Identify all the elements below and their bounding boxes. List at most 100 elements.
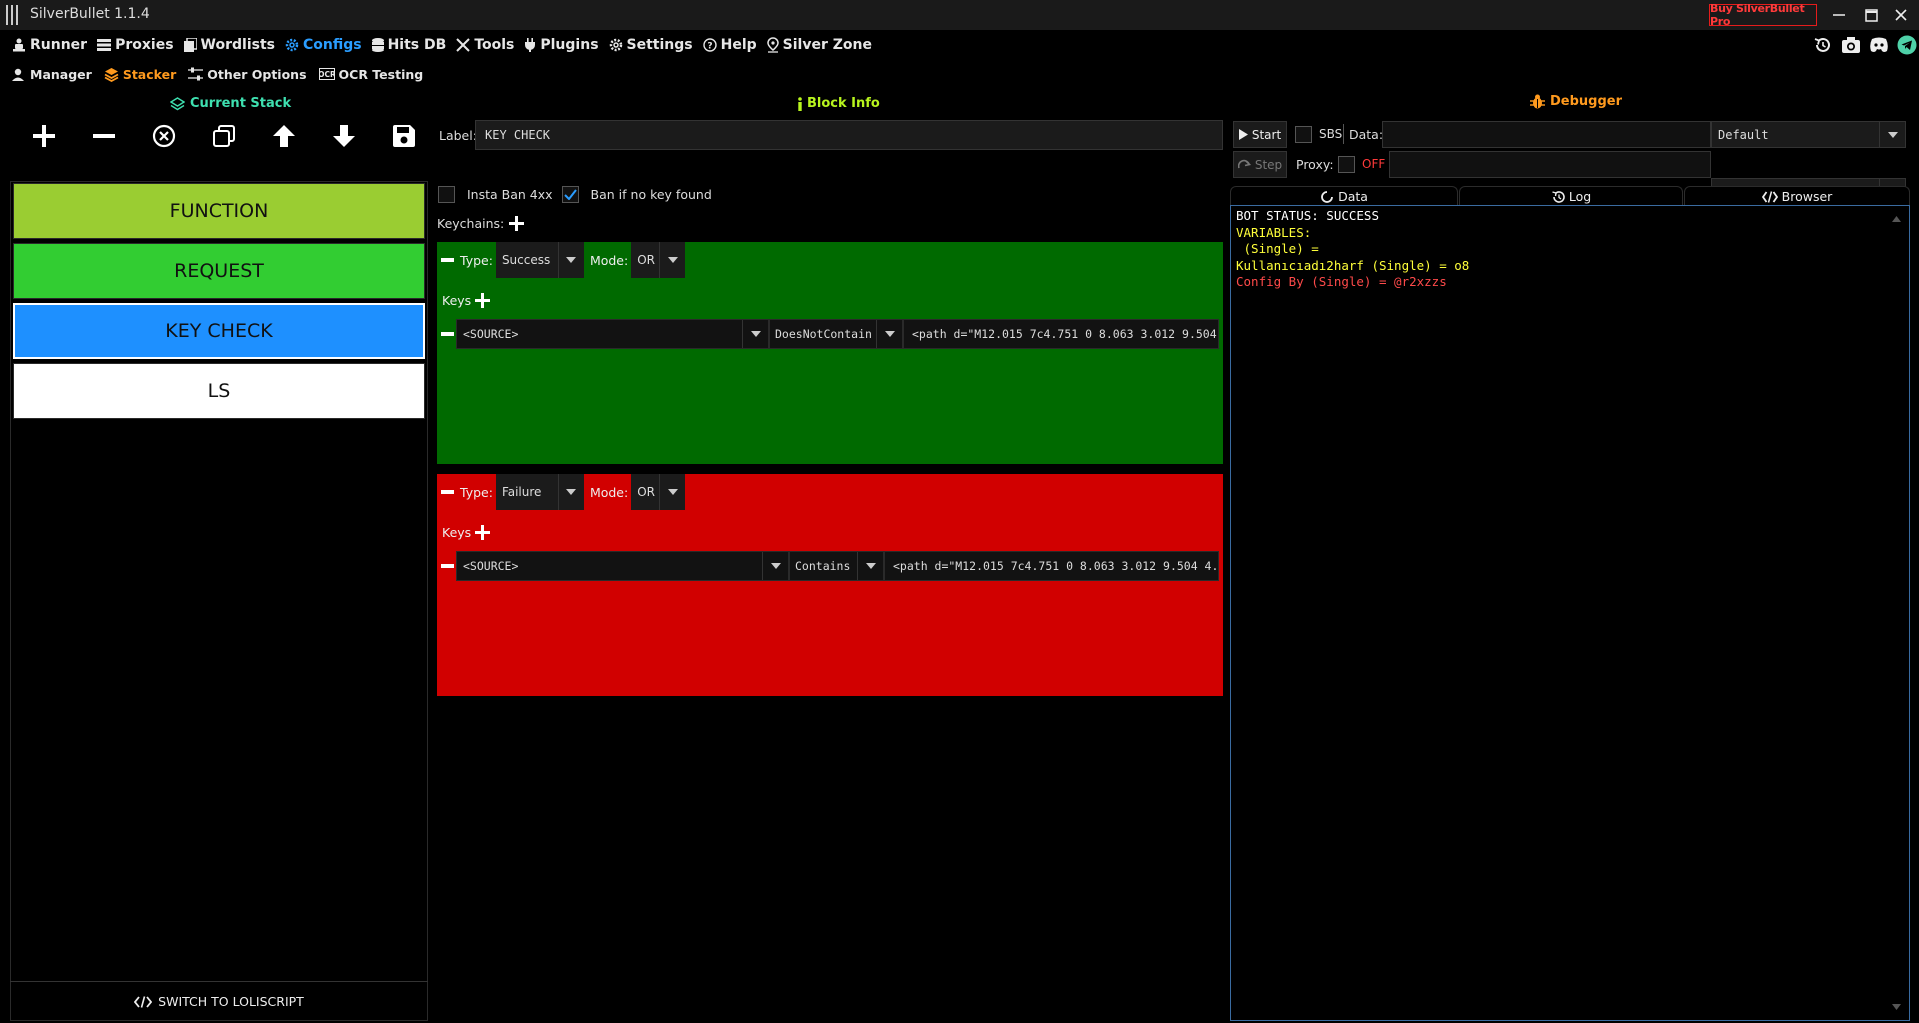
label-caption: Label: — [439, 128, 477, 143]
keychain-mode-select[interactable]: OR — [631, 474, 686, 510]
add-keychain-button[interactable] — [509, 216, 525, 231]
remove-key-button[interactable] — [441, 564, 454, 568]
save-button[interactable] — [384, 120, 424, 152]
switch-to-loliscript-button[interactable]: SWITCH TO LOLISCRIPT — [10, 981, 428, 1021]
test-proxy-input[interactable] — [1389, 151, 1711, 178]
location-icon — [766, 37, 779, 53]
keys-row: Keys — [442, 522, 491, 542]
subnav-ocr-testing[interactable]: OCR OCR Testing — [318, 67, 423, 82]
plus-icon — [475, 524, 491, 540]
step-button[interactable]: Step — [1233, 151, 1287, 178]
history-icon[interactable] — [1812, 34, 1834, 56]
redo-icon — [1237, 159, 1251, 169]
close-icon[interactable] — [1888, 3, 1914, 27]
remove-keychain-button[interactable] — [441, 490, 454, 494]
code-icon — [134, 995, 153, 1008]
move-up-button[interactable] — [264, 120, 304, 152]
block-ls[interactable]: LS — [13, 363, 425, 419]
nav-silver-zone[interactable]: Silver Zone — [766, 37, 872, 53]
move-down-button[interactable] — [324, 120, 364, 152]
key-source-select[interactable]: <SOURCE> — [456, 551, 789, 581]
key-source-select[interactable]: <SOURCE> — [456, 319, 769, 349]
block-key-check[interactable]: KEY CHECK — [13, 303, 425, 359]
clear-blocks-button[interactable] — [144, 120, 184, 152]
key-condition-select[interactable]: Contains — [789, 551, 884, 581]
nav-settings[interactable]: Settings — [609, 37, 693, 53]
top-right-icons — [1812, 34, 1918, 56]
output-line: Kullanıcıadı2harf (Single) = o8 — [1236, 257, 1470, 273]
nav-configs[interactable]: Configs — [285, 37, 362, 53]
block-function[interactable]: FUNCTION — [13, 183, 425, 239]
start-button[interactable]: Start — [1233, 121, 1287, 148]
remove-key-button[interactable] — [441, 332, 454, 336]
scroll-up-icon[interactable] — [1892, 210, 1901, 227]
wordlist-type-select[interactable]: Default — [1711, 121, 1906, 148]
nav-tools[interactable]: Tools — [456, 37, 514, 53]
label-input[interactable]: KEY CHECK — [475, 120, 1223, 150]
nav-plugins[interactable]: Plugins — [524, 37, 599, 53]
minimize-icon[interactable] — [1826, 3, 1852, 27]
chevron-down-icon — [1879, 122, 1905, 147]
telegram-icon[interactable] — [1896, 34, 1918, 56]
ban-if-no-key-checkbox[interactable] — [561, 186, 579, 203]
keychain-success: Type: Success Mode: OR Keys <SOURCE> Doe… — [437, 242, 1223, 464]
remove-block-button[interactable] — [84, 120, 124, 152]
chevron-down-icon — [857, 552, 883, 580]
key-condition-select[interactable]: DoesNotContain — [769, 319, 903, 349]
remove-keychain-button[interactable] — [441, 258, 454, 262]
tab-data[interactable]: Data — [1230, 186, 1458, 206]
test-data-input[interactable] — [1382, 121, 1711, 148]
help-icon: ? — [702, 38, 717, 52]
tab-browser[interactable]: Browser — [1684, 186, 1910, 206]
insta-ban-checkbox[interactable] — [438, 186, 455, 203]
camera-icon[interactable] — [1840, 34, 1862, 56]
plus-icon — [509, 216, 525, 231]
keychain-type-select[interactable]: Failure — [495, 474, 584, 510]
sbs-label: SBS — [1319, 127, 1343, 141]
maximize-icon[interactable] — [1858, 3, 1884, 27]
keychain-failure: Type: Failure Mode: OR Keys <SOURCE> Con… — [437, 474, 1223, 696]
clone-block-button[interactable] — [204, 120, 244, 152]
keychain-mode-select[interactable]: OR — [631, 242, 686, 278]
chevron-down-icon — [659, 474, 685, 510]
data-caption: Data: — [1349, 127, 1384, 142]
debugger-output[interactable]: BOT STATUS: SUCCESS VARIABLES: (Single) … — [1230, 205, 1910, 1021]
key-value-input[interactable]: <path d="M12.015 7c4.751 0 8.063 3.012 9… — [903, 319, 1219, 349]
debugger-header: Debugger — [1530, 94, 1622, 109]
subnav-manager[interactable]: Manager — [12, 67, 92, 82]
nav-help[interactable]: ? Help — [702, 37, 757, 53]
sbs-checkbox[interactable] — [1295, 126, 1312, 143]
add-block-button[interactable] — [24, 120, 64, 152]
chevron-down-icon — [557, 242, 584, 278]
keychain-header: Type: Failure Mode: OR — [437, 474, 686, 510]
nav-runner[interactable]: Runner — [12, 37, 87, 53]
subnav-stacker[interactable]: Stacker — [104, 67, 176, 82]
tab-log[interactable]: Log — [1459, 186, 1683, 206]
subnav-other-options[interactable]: Other Options — [188, 67, 307, 82]
database-icon — [371, 38, 384, 52]
play-icon — [1238, 129, 1248, 140]
chevron-down-icon — [659, 242, 685, 278]
info-icon — [797, 96, 803, 111]
plug-icon — [524, 38, 536, 52]
discord-icon[interactable] — [1868, 34, 1890, 56]
wordlists-icon — [183, 38, 197, 52]
window-title: SilverBullet 1.1.4 — [30, 6, 150, 22]
nav-hits-db[interactable]: Hits DB — [371, 37, 446, 53]
nav-wordlists[interactable]: Wordlists — [183, 37, 275, 53]
buy-pro-button[interactable]: Buy SilverBullet Pro — [1709, 2, 1817, 28]
save-icon — [393, 125, 415, 147]
title-bar: SilverBullet 1.1.4 Buy SilverBullet Pro — [0, 0, 1919, 30]
runner-icon — [12, 38, 26, 52]
add-key-button[interactable] — [475, 524, 491, 540]
gear-icon — [285, 38, 299, 52]
scroll-down-icon[interactable] — [1892, 998, 1901, 1015]
proxy-caption: Proxy: — [1296, 157, 1334, 172]
nav-proxies[interactable]: Proxies — [97, 37, 174, 53]
keychain-type-select[interactable]: Success — [495, 242, 584, 278]
code-icon — [1761, 190, 1778, 203]
key-value-input[interactable]: <path d="M12.015 7c4.751 0 8.063 3.012 9… — [884, 551, 1219, 581]
block-request[interactable]: REQUEST — [13, 243, 425, 299]
proxy-checkbox[interactable] — [1338, 156, 1355, 173]
add-key-button[interactable] — [475, 292, 491, 308]
